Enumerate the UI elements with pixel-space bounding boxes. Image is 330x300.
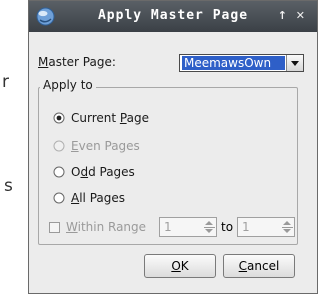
cancel-button[interactable]: Cancel (223, 254, 295, 278)
checkbox-icon[interactable] (49, 221, 60, 233)
background-text-fragment: r (2, 72, 9, 92)
radio-label: Odd Pages (71, 165, 135, 179)
radio-all-pages[interactable]: All Pages (53, 190, 125, 206)
ok-button[interactable]: OK (144, 254, 216, 278)
window-title: Apply Master Page (97, 8, 249, 23)
radio-label: Even Pages (71, 139, 140, 153)
spin-arrows-icon[interactable] (282, 219, 293, 235)
apply-to-title: Apply to (40, 78, 96, 92)
range-to-spinbox[interactable]: 1 (237, 217, 295, 237)
radio-label: Current Page (71, 111, 149, 125)
pin-button[interactable]: ↑ (278, 9, 287, 22)
within-range-label: Within Range (66, 220, 147, 234)
radio-unchecked-icon[interactable] (53, 140, 65, 152)
range-from-spinbox[interactable]: 1 (159, 217, 217, 237)
radio-even-pages[interactable]: Even Pages (53, 138, 140, 154)
radio-checked-icon[interactable] (53, 112, 65, 124)
range-to-value: 1 (242, 220, 250, 234)
within-range-checkbox[interactable]: Within Range (49, 219, 146, 235)
spin-arrows-icon[interactable] (204, 219, 215, 235)
chevron-down-icon[interactable] (286, 55, 303, 71)
title-bar[interactable]: Apply Master Page ↑ ✕ (29, 1, 317, 32)
range-to-label: to (221, 220, 234, 234)
master-page-value: MeemawsOwn (182, 56, 285, 70)
radio-current-page[interactable]: Current Page (53, 110, 149, 126)
radio-odd-pages[interactable]: Odd Pages (53, 164, 135, 180)
radio-label: All Pages (71, 191, 126, 205)
range-from-value: 1 (164, 220, 172, 234)
radio-unchecked-icon[interactable] (53, 192, 65, 204)
background-text-fragment: s (4, 176, 13, 196)
radio-unchecked-icon[interactable] (53, 166, 65, 178)
master-page-select[interactable]: MeemawsOwn (179, 54, 304, 72)
master-page-label: Master Page: (38, 55, 116, 69)
close-button[interactable]: ✕ (296, 9, 305, 22)
apply-master-page-dialog: Apply Master Page ↑ ✕ Master Page: Meema… (28, 0, 318, 294)
